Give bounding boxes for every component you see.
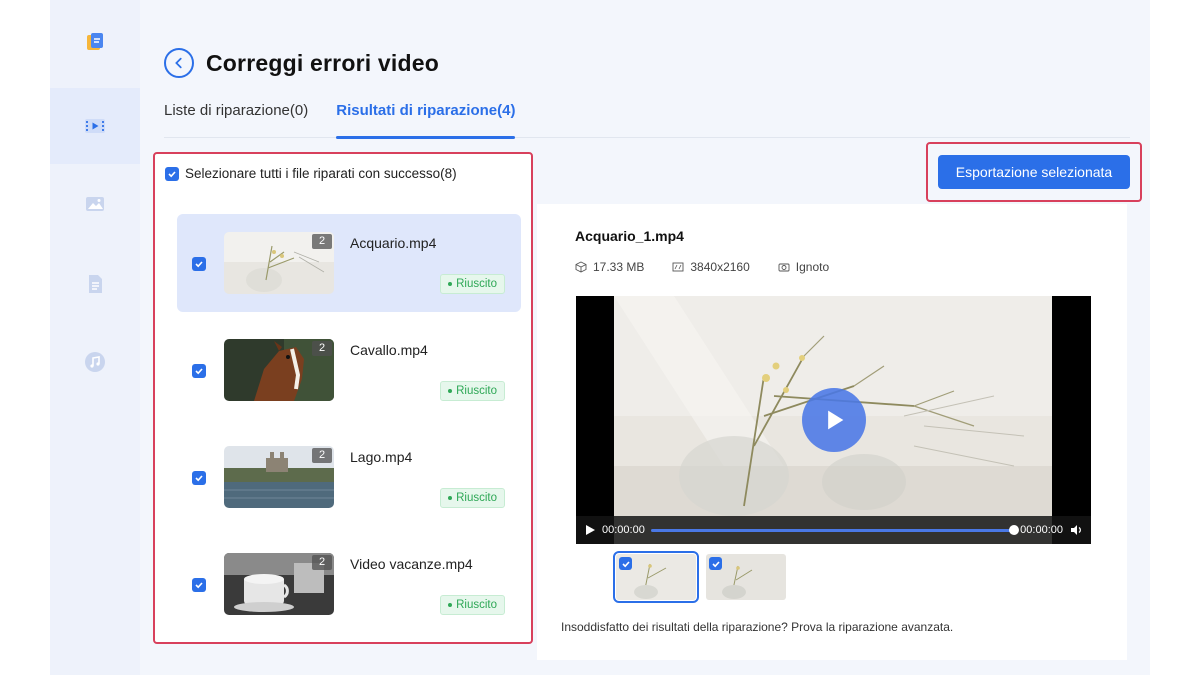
video-thumbnail: 2 <box>224 446 334 508</box>
sidebar-item-photo[interactable] <box>50 166 140 242</box>
clip-count-badge: 2 <box>312 448 332 463</box>
export-button-highlight: Esportazione selezionata <box>926 142 1142 202</box>
preview-panel: Acquario_1.mp4 17.33 MB 3840x2160 Ignoto <box>537 204 1127 660</box>
export-selected-button[interactable]: Esportazione selezionata <box>938 155 1130 189</box>
video-thumbnail: 2 <box>224 553 334 615</box>
repaired-files-panel: Selezionare tutti i file riparati con su… <box>153 152 533 644</box>
back-button[interactable] <box>164 48 194 78</box>
device: Ignoto <box>778 260 829 274</box>
status-badge: Riuscito <box>440 381 505 401</box>
total-time: 00:00:00 <box>1020 524 1063 536</box>
camera-icon <box>778 263 790 272</box>
seek-bar[interactable] <box>650 524 1020 535</box>
page-title: Correggi errori video <box>206 49 439 76</box>
page-header: Correggi errori video <box>164 48 439 78</box>
preview-file-name: Acquario_1.mp4 <box>575 228 684 244</box>
player-controls: 00:00:00 00:00:00 <box>576 516 1091 544</box>
list-item[interactable]: 2 Acquario.mp4 Riuscito <box>177 214 521 312</box>
file-name: Cavallo.mp4 <box>350 342 428 358</box>
status-badge: Riuscito <box>440 274 505 294</box>
select-all-checkbox[interactable]: Selezionare tutti i file riparati con su… <box>165 166 457 181</box>
volume-icon[interactable] <box>1069 523 1083 537</box>
clip-thumbnail[interactable] <box>613 551 699 603</box>
row-checkbox[interactable] <box>192 578 206 592</box>
checkbox-checked-icon <box>165 166 179 181</box>
tab-bar: Liste di riparazione(0) Risultati di rip… <box>164 100 1130 139</box>
seek-handle[interactable] <box>1009 524 1020 535</box>
clip-count-badge: 2 <box>312 341 332 356</box>
status-badge: Riuscito <box>440 595 505 615</box>
document-icon <box>89 275 102 293</box>
file-meta: 17.33 MB 3840x2160 Ignoto <box>575 260 829 274</box>
clip-count-badge: 2 <box>312 234 332 249</box>
photo-icon <box>86 197 104 211</box>
list-item[interactable]: 2 Lago.mp4 Riuscito <box>177 428 521 526</box>
clip-thumbnails <box>613 551 786 603</box>
music-icon <box>85 352 105 372</box>
clip-thumbnail[interactable] <box>706 554 786 600</box>
current-time: 00:00:00 <box>602 524 645 536</box>
select-all-label: Selezionare tutti i file riparati con su… <box>185 166 457 181</box>
clip-checkbox[interactable] <box>709 557 722 570</box>
play-button[interactable] <box>802 388 866 452</box>
video-thumbnail: 2 <box>224 232 334 294</box>
app-window: Correggi errori video Liste di riparazio… <box>0 0 1200 675</box>
sidebar-item-video[interactable] <box>50 88 140 164</box>
tab-repair-list[interactable]: Liste di riparazione(0) <box>164 100 308 138</box>
resolution-icon <box>672 262 684 272</box>
resolution: 3840x2160 <box>672 260 750 274</box>
app-sidebar <box>50 0 140 675</box>
list-item[interactable]: 2 Video vacanze.mp4 Riuscito <box>177 535 521 633</box>
play-small-icon[interactable] <box>584 524 596 536</box>
row-checkbox[interactable] <box>192 257 206 271</box>
sidebar-item-files[interactable] <box>50 4 140 80</box>
file-name: Acquario.mp4 <box>350 235 437 251</box>
tab-repair-results[interactable]: Risultati di riparazione(4) <box>336 100 516 139</box>
file-name: Video vacanze.mp4 <box>350 556 473 572</box>
row-checkbox[interactable] <box>192 364 206 378</box>
cube-icon <box>575 261 587 273</box>
status-badge: Riuscito <box>440 488 505 508</box>
sidebar-item-audio[interactable] <box>50 324 140 400</box>
video-repair-icon <box>85 119 105 133</box>
sidebar-item-document[interactable] <box>50 246 140 322</box>
advanced-repair-hint[interactable]: Insoddisfatto dei risultati della ripara… <box>561 620 953 634</box>
play-icon <box>828 410 844 430</box>
file-name: Lago.mp4 <box>350 449 413 465</box>
chevron-left-icon <box>175 57 182 69</box>
row-checkbox[interactable] <box>192 471 206 485</box>
clip-checkbox[interactable] <box>619 557 632 570</box>
file-repair-icon <box>87 33 103 50</box>
list-item[interactable]: 2 Cavallo.mp4 Riuscito <box>177 321 521 419</box>
file-size: 17.33 MB <box>575 260 644 274</box>
main-content: Correggi errori video Liste di riparazio… <box>140 0 1150 675</box>
clip-count-badge: 2 <box>312 555 332 570</box>
video-player[interactable]: 00:00:00 00:00:00 <box>576 296 1091 544</box>
video-thumbnail: 2 <box>224 339 334 401</box>
